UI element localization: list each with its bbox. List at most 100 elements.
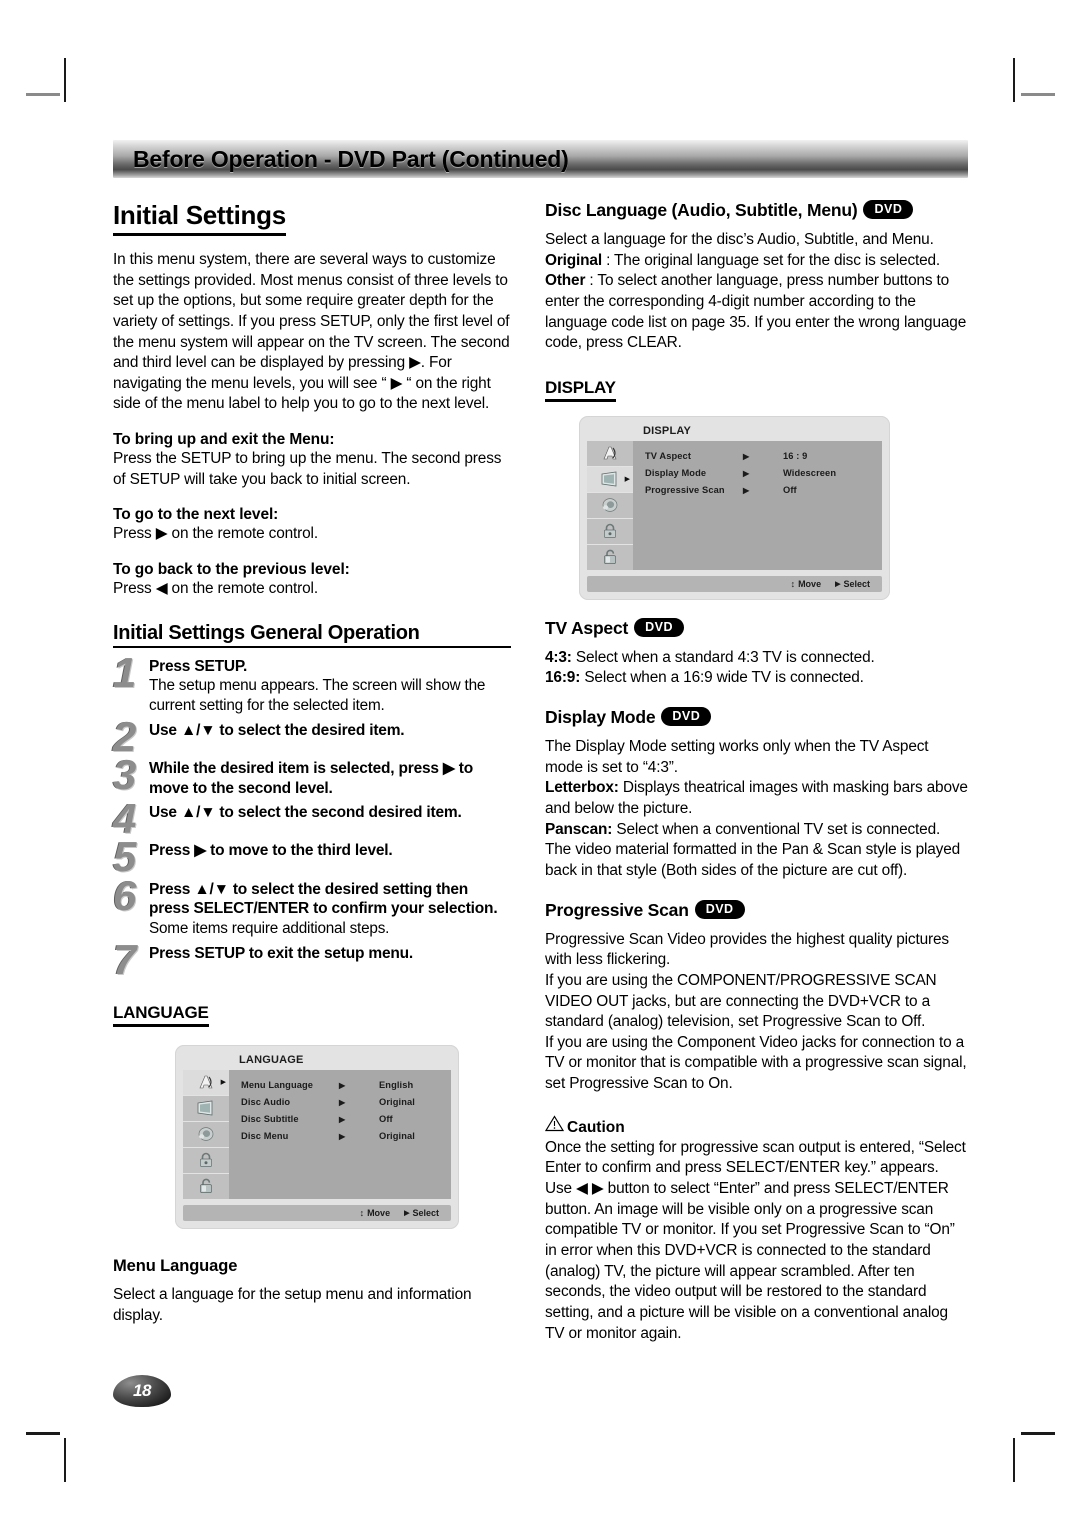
page-title: Initial Settings [113, 200, 286, 236]
osd-row-label: Disc Subtitle [241, 1114, 299, 1125]
step-item: 3 While the desired item is selected, pr… [113, 751, 511, 799]
lock-icon[interactable] [183, 1147, 229, 1173]
osd-row[interactable]: Disc Audio ▶ Original [241, 1094, 451, 1111]
step-title: Use ▲/▼ to select the second desired ite… [149, 804, 462, 821]
step-item: 4 Use ▲/▼ to select the second desired i… [113, 795, 511, 842]
osd-footer-move-label: Move [367, 1207, 391, 1218]
osd-row[interactable]: Display Mode ▶ Widescreen [645, 465, 882, 482]
audio-icon[interactable] [587, 492, 633, 518]
osd-settings-panel: TV Aspect ▶ 16 : 9 Display Mode ▶ Widesc… [633, 440, 882, 570]
osd-row[interactable]: Menu Language ▶ English [241, 1077, 451, 1094]
osd-footer-bar: ↕ Move ▶ Select [587, 575, 882, 592]
crop-mark-top-right-vertical [1013, 58, 1015, 102]
disc-language-heading-row: Disc Language (Audio, Subtitle, Menu) DVD [545, 200, 968, 221]
display-mode-heading: Display Mode [545, 707, 656, 728]
caution-heading: Caution [567, 1118, 625, 1136]
previous-level-text: Press ◀ on the remote control. [113, 580, 318, 598]
left-column: Initial Settings In this menu system, th… [113, 200, 511, 1344]
language-icon[interactable]: ▶ [183, 1069, 229, 1095]
caution-text: Once the setting for progressive scan ou… [545, 1138, 966, 1342]
crop-mark-bottom-left-horizontal [26, 1432, 60, 1435]
display-section-heading: DISPLAY [545, 378, 616, 402]
osd-icon-column: ▶ [183, 1069, 229, 1199]
osd-title: DISPLAY [643, 424, 692, 437]
crop-mark-top-left-horizontal [26, 93, 60, 96]
disc-language-other-line: Other : To select another language, pres… [545, 271, 968, 354]
numbered-steps-list: 1 Press SETUP. The setup menu appears. T… [113, 648, 511, 983]
page-number-badge: 18 [113, 1375, 171, 1407]
bring-up-menu-text: Press the SETUP to bring up the menu. Th… [113, 450, 502, 488]
step-number: 4 [113, 795, 137, 842]
page-number: 18 [133, 1380, 151, 1400]
step-number: 1 [113, 648, 137, 696]
disc-language-intro: Select a language for the disc’s Audio, … [545, 231, 934, 248]
warning-triangle-icon [544, 1115, 565, 1137]
aspect-169-text: Select when a 16:9 wide TV is connected. [580, 669, 864, 687]
crop-mark-top-left-vertical [64, 58, 66, 102]
crop-mark-bottom-right-horizontal [1021, 1432, 1055, 1435]
letterbox-label: Letterbox: [545, 779, 619, 797]
language-icon[interactable] [587, 440, 633, 466]
step-title: Press ▲/▼ to select the desired setting … [149, 880, 498, 918]
osd-footer-select-label: Select [412, 1207, 439, 1218]
osd-row-value: Original [379, 1131, 415, 1142]
step-title: Press SETUP to exit the setup menu. [149, 944, 414, 962]
step-item: 1 Press SETUP. The setup menu appears. T… [113, 648, 511, 716]
display-icon[interactable]: ▶ [587, 466, 633, 492]
display-mode-letterbox-line: Letterbox: Displays theatrical images wi… [545, 778, 968, 819]
step-item: 5 Press ▶ to move to the third level. [113, 836, 511, 879]
dvd-badge: DVD [661, 707, 712, 727]
tv-aspect-heading: TV Aspect [545, 617, 629, 638]
lock-icon[interactable] [587, 518, 633, 544]
original-label: Original [545, 251, 602, 269]
osd-row[interactable]: Progressive Scan ▶ Off [645, 482, 882, 499]
display-icon[interactable] [183, 1095, 229, 1121]
next-level-heading: To go to the next level: [113, 506, 279, 524]
other-label: Other [545, 272, 586, 290]
other-text: : To select another language, press numb… [545, 272, 967, 352]
panscan-label: Panscan: [545, 820, 613, 838]
menu-language-heading: Menu Language [113, 1256, 238, 1275]
dvd-badge: DVD [863, 200, 914, 219]
osd-row-value: Original [379, 1097, 415, 1108]
osd-row[interactable]: Disc Subtitle ▶ Off [241, 1111, 451, 1128]
osd-row[interactable]: TV Aspect ▶ 16 : 9 [645, 448, 882, 465]
osd-icon-column: ▶ [587, 440, 633, 570]
display-osd-screenshot: DISPLAY ▶ TV Aspect ▶ 16: 9 Display Mod… [579, 415, 890, 600]
previous-level-heading: To go back to the previous level: [113, 561, 350, 579]
chevron-right-icon: ▶ [220, 1078, 226, 1086]
aspect-43-text: Select when a standard 4:3 TV is connect… [571, 648, 875, 666]
chevron-right-icon: ▶ [339, 1080, 346, 1090]
osd-row-label: Disc Audio [241, 1097, 291, 1108]
chapter-banner: Before Operation - DVD Part (Continued) [113, 140, 968, 178]
disc-language-original-line: Original : The original language set for… [545, 251, 968, 272]
general-operation-heading: Initial Settings General Operation [113, 622, 511, 648]
progressive-scan-heading: Progressive Scan [545, 899, 689, 920]
chevron-right-icon: ▶ [339, 1097, 346, 1107]
osd-row[interactable]: Disc Menu ▶ Original [241, 1128, 451, 1145]
step-number: 7 [113, 935, 137, 983]
audio-icon[interactable] [183, 1121, 229, 1147]
two-column-layout: Initial Settings In this menu system, th… [113, 200, 968, 1344]
step-title: Use ▲/▼ to select the desired item. [149, 721, 405, 739]
bring-up-menu-heading: To bring up and exit the Menu: [113, 431, 335, 449]
progressive-scan-heading-row: Progressive Scan DVD [545, 899, 968, 921]
original-text: : The original language set for the disc… [601, 251, 941, 269]
disc-language-heading: Disc Language (Audio, Subtitle, Menu) [545, 200, 858, 220]
osd-row-value: English [379, 1080, 414, 1091]
updown-icon: ↕ [359, 1207, 365, 1218]
tv-aspect-169-line: 16:9: Select when a 16:9 wide TV is conn… [545, 668, 968, 689]
others-icon[interactable] [587, 544, 633, 570]
crop-mark-bottom-right-vertical [1013, 1438, 1015, 1482]
others-icon[interactable] [183, 1173, 229, 1199]
chevron-right-icon: ▶ [835, 580, 841, 588]
aspect-169-label: 16:9: [545, 669, 581, 687]
aspect-43-label: 4:3: [545, 648, 572, 666]
step-item: 7 Press SETUP to exit the setup menu. [113, 935, 511, 983]
chevron-right-icon: ▶ [743, 451, 750, 461]
step-title: Press ▶ to move to the third level. [149, 842, 393, 860]
osd-row-value: Widescreen [783, 468, 837, 479]
page-content: Before Operation - DVD Part (Continued) … [113, 140, 968, 1344]
step-number: 3 [113, 751, 137, 799]
right-column: Disc Language (Audio, Subtitle, Menu) DVD… [544, 200, 968, 1344]
